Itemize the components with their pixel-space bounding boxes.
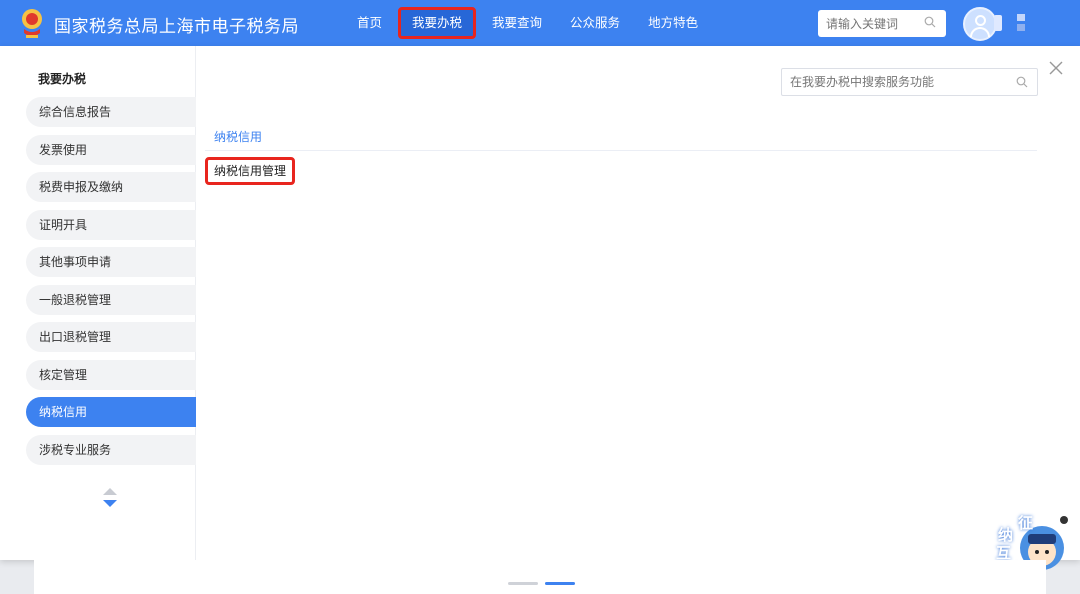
nav-home[interactable]: 首页: [345, 7, 394, 39]
sidebar-item-export-refund[interactable]: 出口退税管理: [26, 322, 196, 352]
carousel-indicator-inactive[interactable]: [508, 582, 538, 585]
service-search-input[interactable]: [782, 69, 1002, 95]
scroll-arrows-icon[interactable]: [101, 486, 119, 512]
avatar-badge: [994, 15, 1002, 31]
main-nav: 首页 我要办税 我要查询 公众服务 地方特色: [345, 0, 714, 46]
sidebar-item-tax-credit[interactable]: 纳税信用: [26, 397, 196, 427]
top-header: 国家税务总局上海市电子税务局 首页 我要办税 我要查询 公众服务 地方特色: [0, 0, 1080, 46]
background-page-strip: [34, 560, 1046, 594]
sidebar-item-other-requests[interactable]: 其他事项申请: [26, 247, 196, 277]
sidebar: 我要办税 综合信息报告 发票使用 税费申报及缴纳 证明开具 其他事项申请 一般退…: [0, 46, 196, 560]
service-tax-credit-management[interactable]: 纳税信用管理: [205, 157, 296, 185]
sidebar-item-certificate[interactable]: 证明开具: [26, 209, 196, 240]
site-title[interactable]: 国家税务总局上海市电子税务局: [54, 12, 299, 37]
nav-handle-tax[interactable]: 我要办税: [398, 7, 477, 39]
close-icon[interactable]: [1048, 60, 1064, 76]
sidebar-item-assessment[interactable]: 核定管理: [26, 359, 196, 390]
section-divider: [205, 150, 1037, 151]
tax-emblem-logo: [22, 9, 42, 38]
sidebar-item-declaration[interactable]: 税费申报及缴纳: [26, 172, 196, 202]
assistant-char-1: 征: [1018, 514, 1034, 532]
sidebar-item-info-report[interactable]: 综合信息报告: [26, 97, 196, 127]
header-search-input[interactable]: [826, 16, 922, 31]
nav-local-features[interactable]: 地方特色: [636, 7, 710, 39]
avatar-head-shape: [975, 15, 986, 26]
sidebar-list: 综合信息报告 发票使用 税费申报及缴纳 证明开具 其他事项申请 一般退税管理 出…: [26, 97, 196, 472]
search-icon[interactable]: [1016, 76, 1028, 88]
menu-bars-icon[interactable]: [1017, 14, 1025, 32]
header-search[interactable]: [818, 10, 946, 37]
carousel-indicator-active[interactable]: [545, 582, 575, 585]
avatar-body-shape: [970, 27, 990, 37]
search-icon[interactable]: [924, 16, 936, 28]
service-search[interactable]: [781, 68, 1038, 96]
user-avatar[interactable]: [963, 7, 997, 41]
sidebar-title: 我要办税: [38, 72, 87, 86]
sidebar-item-professional-service[interactable]: 涉税专业服务: [26, 434, 196, 465]
tax-services-panel: 我要办税 综合信息报告 发票使用 税费申报及缴纳 证明开具 其他事项申请 一般退…: [0, 46, 1080, 560]
nav-query[interactable]: 我要查询: [480, 7, 554, 39]
sidebar-item-invoice[interactable]: 发票使用: [26, 134, 196, 165]
nav-public-service[interactable]: 公众服务: [558, 7, 632, 39]
sidebar-item-refund[interactable]: 一般退税管理: [26, 284, 196, 315]
section-title: 纳税信用: [214, 130, 263, 144]
